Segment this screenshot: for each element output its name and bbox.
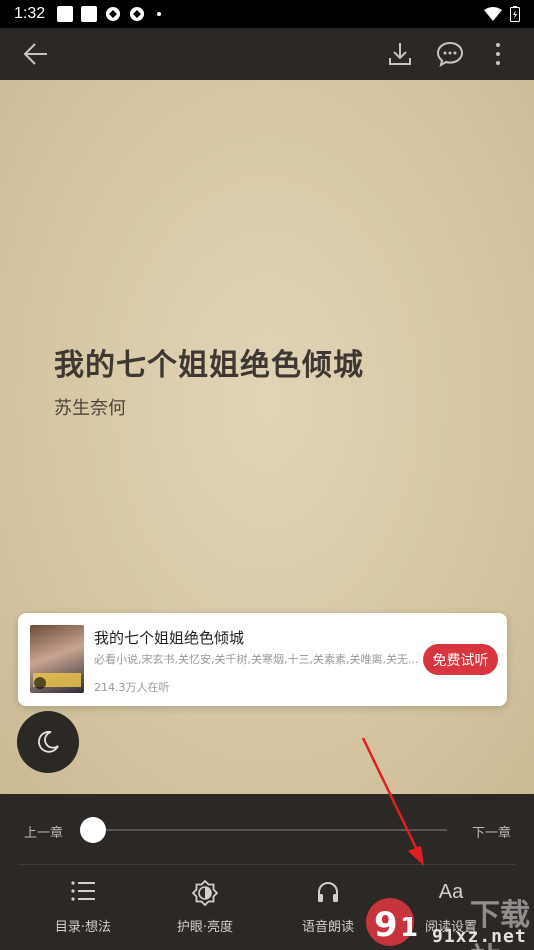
chapter-slider-thumb[interactable] bbox=[80, 817, 106, 843]
audiobook-description: 必看小说,宋玄书,关忆安,关千树,关寒烟,十三,关素素,关唯离,关无... bbox=[94, 653, 419, 666]
nav-label: 目录·想法 bbox=[54, 920, 112, 935]
nav-label: 护眼·亮度 bbox=[176, 920, 234, 935]
notification-icon bbox=[57, 6, 74, 22]
download-button[interactable] bbox=[384, 38, 416, 70]
battery-icon bbox=[510, 6, 520, 22]
nav-item-brightness[interactable]: 护眼·亮度 bbox=[150, 880, 260, 940]
status-time: 1:32 bbox=[14, 5, 46, 22]
moon-icon bbox=[38, 730, 59, 753]
svg-text:1: 1 bbox=[400, 913, 418, 943]
audiobook-cover bbox=[30, 625, 84, 693]
top-toolbar bbox=[0, 28, 534, 80]
wifi-icon bbox=[484, 7, 502, 21]
status-bar: 1:32 bbox=[0, 0, 534, 28]
free-listen-button[interactable]: 免费试听 bbox=[423, 644, 498, 675]
next-chapter-button[interactable]: 下一章 bbox=[472, 822, 511, 841]
night-mode-button[interactable] bbox=[17, 711, 79, 773]
download-icon bbox=[389, 43, 411, 65]
divider bbox=[18, 864, 516, 865]
headphones-icon bbox=[318, 882, 338, 902]
audiobook-card[interactable]: 我的七个姐姐绝色倾城 必看小说,宋玄书,关忆安,关千树,关寒烟,十三,关素素,关… bbox=[18, 613, 507, 706]
comment-icon bbox=[436, 41, 464, 67]
book-author: 苏生奈何 bbox=[54, 398, 126, 419]
nav-item-catalog[interactable]: 目录·想法 bbox=[28, 880, 138, 940]
audiobook-title: 我的七个姐姐绝色倾城 bbox=[94, 629, 245, 647]
notification-icon bbox=[81, 6, 98, 22]
arrow-left-icon bbox=[23, 43, 47, 65]
more-button[interactable] bbox=[482, 38, 514, 70]
comment-button[interactable] bbox=[434, 38, 466, 70]
more-notifications-icon bbox=[157, 12, 162, 16]
play-icon bbox=[34, 677, 46, 689]
watermark-text: 91xz.net bbox=[432, 926, 527, 947]
more-vertical-icon bbox=[496, 43, 500, 65]
chapter-navigator: 上一章 下一章 bbox=[0, 794, 534, 864]
chapter-progress-slider[interactable] bbox=[95, 829, 447, 831]
audiobook-listeners: 214.3万人在听 bbox=[94, 681, 170, 694]
prev-chapter-button[interactable]: 上一章 bbox=[24, 822, 63, 841]
app-notification-icon bbox=[106, 7, 121, 21]
list-icon bbox=[71, 881, 95, 901]
book-title: 我的七个姐姐绝色倾城 bbox=[54, 348, 364, 383]
back-button[interactable] bbox=[20, 38, 52, 70]
svg-text:9: 9 bbox=[374, 905, 398, 945]
app-notification-icon bbox=[130, 7, 145, 21]
brightness-icon bbox=[192, 880, 218, 906]
